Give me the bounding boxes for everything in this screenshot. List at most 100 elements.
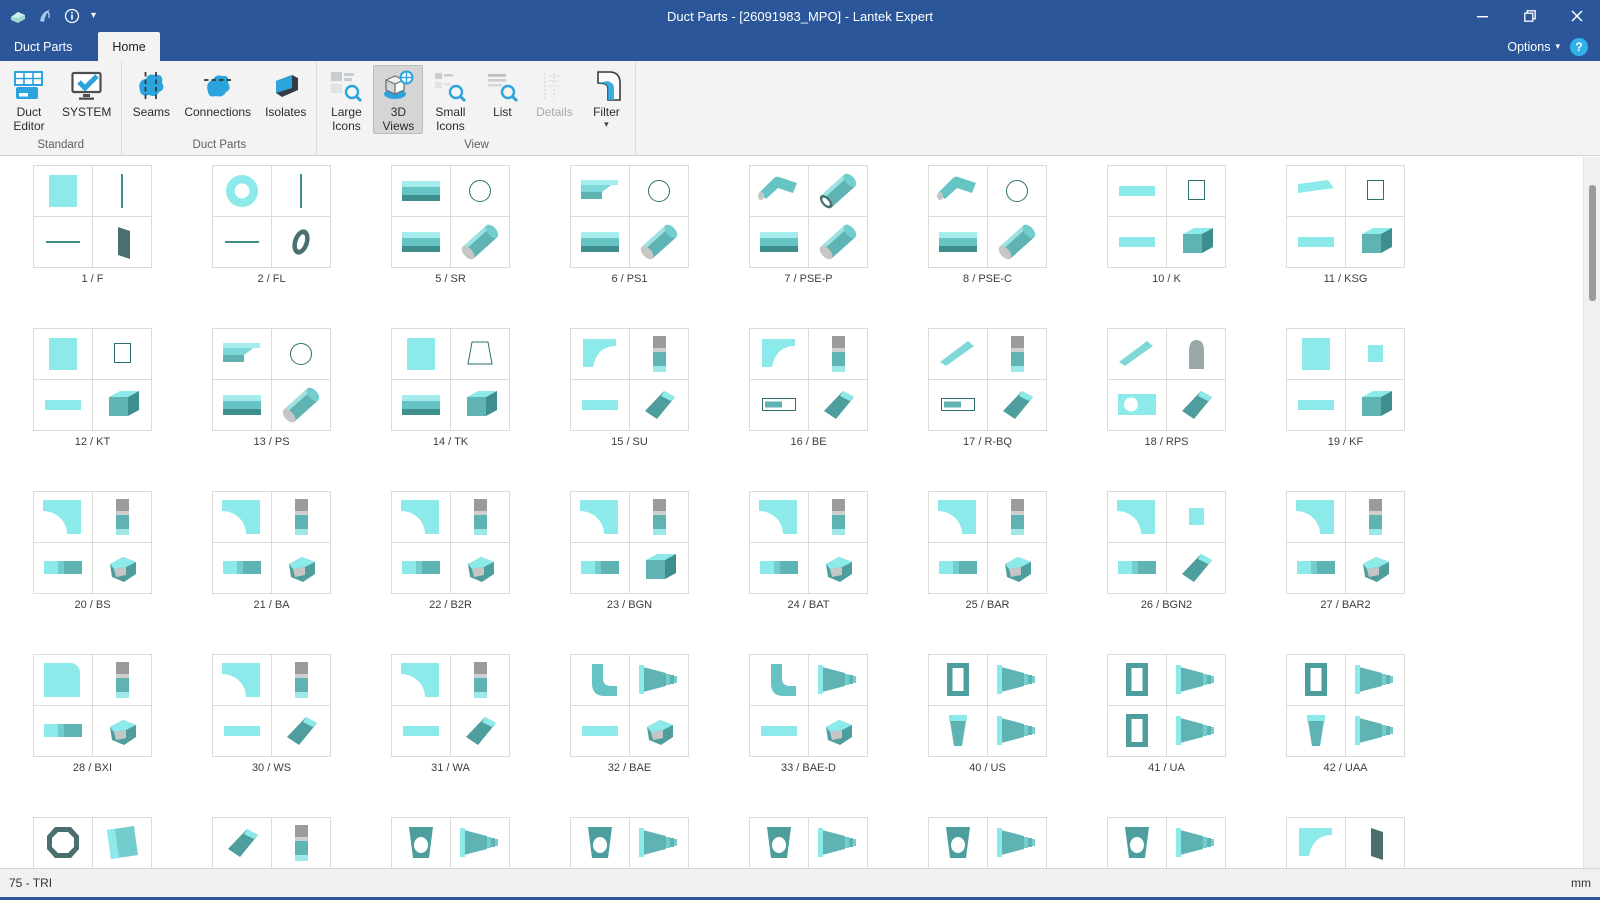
part-view-tube-icon [392, 217, 450, 267]
vertical-scrollbar[interactable] [1583, 157, 1600, 868]
part-tile[interactable] [391, 817, 510, 868]
close-button[interactable] [1553, 0, 1600, 32]
part-tile[interactable]: 28 / BXI [33, 654, 152, 775]
rotate-view-icon[interactable] [37, 8, 53, 24]
3d-views-button[interactable]: 3DViews [373, 65, 423, 134]
isolates-button[interactable]: Isolates [259, 65, 312, 120]
connections-icon [201, 69, 235, 103]
system-button[interactable]: SYSTEM [56, 65, 117, 120]
part-tile[interactable]: 15 / SU [570, 328, 689, 449]
seams-button[interactable]: Seams [126, 65, 176, 120]
part-tile[interactable]: 10 / K [1107, 165, 1226, 286]
part-tile[interactable]: 19 / KF [1286, 328, 1405, 449]
part-view-sq-icon [1287, 329, 1345, 379]
part-view-trap-icon [451, 329, 509, 379]
part-tile[interactable]: 17 / R-BQ [928, 328, 1047, 449]
small-icons-button[interactable]: SmallIcons [425, 65, 475, 134]
part-view-elbow-icon [1108, 492, 1166, 542]
large-icons-button[interactable]: LargeIcons [321, 65, 371, 134]
part-tile[interactable]: 22 / B2R [391, 491, 510, 612]
part-tile[interactable]: 6 / PS1 [570, 165, 689, 286]
part-view-funnel-icon [1167, 818, 1225, 868]
part-tile[interactable] [749, 817, 868, 868]
part-view-funnel-icon [809, 655, 867, 705]
part-view-vbargrad-icon [988, 329, 1046, 379]
part-tile[interactable]: 7 / PSE-P [749, 165, 868, 286]
part-tile[interactable]: 8 / PSE-C [928, 165, 1047, 286]
tab-home[interactable]: Home [98, 32, 159, 61]
part-label: 27 / BAR2 [1286, 598, 1405, 612]
part-tile[interactable]: 1 / F [33, 165, 152, 286]
part-tile[interactable]: 32 / BAE [570, 654, 689, 775]
part-tile[interactable] [928, 817, 1047, 868]
part-label: 25 / BAR [928, 598, 1047, 612]
part-tile[interactable] [33, 817, 152, 868]
options-button[interactable]: Options ▾ [1507, 40, 1560, 54]
part-tile[interactable]: 20 / BS [33, 491, 152, 612]
part-tile[interactable]: 42 / UAA [1286, 654, 1405, 775]
part-view-elbow3d-icon [93, 706, 151, 756]
ribbon-group-label: Standard [3, 136, 118, 155]
part-tile[interactable]: 21 / BA [212, 491, 331, 612]
part-label: 15 / SU [570, 435, 689, 449]
part-tile[interactable]: 27 / BAR2 [1286, 491, 1405, 612]
part-view-funnel-icon [988, 818, 1046, 868]
part-tile[interactable]: 14 / TK [391, 328, 510, 449]
part-tile[interactable] [212, 817, 331, 868]
part-tile[interactable]: 12 / KT [33, 328, 152, 449]
part-tile[interactable]: 25 / BAR [928, 491, 1047, 612]
status-units: mm [1571, 876, 1591, 890]
part-tile[interactable]: 24 / BAT [749, 491, 868, 612]
part-view-elbow-icon [1287, 492, 1345, 542]
part-preview [391, 817, 510, 868]
customize-caret-icon[interactable]: ▾ [91, 11, 96, 21]
duct-part-icon[interactable] [10, 8, 26, 24]
isolates-icon [269, 69, 303, 103]
list-button[interactable]: List [477, 65, 527, 120]
connections-button[interactable]: Connections [178, 65, 257, 120]
part-tile[interactable]: 13 / PS [212, 328, 331, 449]
help-button[interactable]: ? [1570, 38, 1588, 56]
minimize-button[interactable] [1459, 0, 1506, 32]
tab-duct-parts[interactable]: Duct Parts [0, 32, 86, 61]
part-view-hbargrad-icon [1108, 543, 1166, 593]
part-tile[interactable]: 16 / BE [749, 328, 868, 449]
part-label: 19 / KF [1286, 435, 1405, 449]
part-view-vbargrad-icon [809, 329, 867, 379]
part-view-recthole-icon [1108, 380, 1166, 430]
part-view-sq-icon [34, 329, 92, 379]
part-label: 2 / FL [212, 272, 331, 286]
part-view-cyl3d-icon [809, 217, 867, 267]
part-view-funnel-icon [988, 655, 1046, 705]
filter-button[interactable]: Filter▾ [581, 65, 631, 131]
list-icon [485, 69, 519, 103]
part-tile[interactable]: 30 / WS [212, 654, 331, 775]
duct-editor-button[interactable]: DuctEditor [4, 65, 54, 134]
part-tile[interactable]: 40 / US [928, 654, 1047, 775]
restore-button[interactable] [1506, 0, 1553, 32]
part-preview [749, 328, 868, 431]
part-view-bendtube-icon [750, 166, 808, 216]
part-tile[interactable]: 18 / RPS [1107, 328, 1226, 449]
scrollbar-thumb[interactable] [1589, 185, 1596, 301]
part-view-trapfill-icon [929, 706, 987, 756]
part-view-duct3d-icon [1346, 380, 1404, 430]
part-view-panel-icon [1346, 818, 1404, 868]
part-view-elbow-icon [392, 655, 450, 705]
part-tile[interactable]: 11 / KSG [1286, 165, 1405, 286]
part-tile[interactable]: 33 / BAE-D [749, 654, 868, 775]
part-tile[interactable]: 5 / SR [391, 165, 510, 286]
part-tile[interactable]: 23 / BGN [570, 491, 689, 612]
part-tile[interactable]: 41 / UA [1107, 654, 1226, 775]
info-icon[interactable] [64, 8, 80, 24]
part-tile[interactable] [1286, 817, 1405, 868]
part-tile[interactable]: 26 / BGN2 [1107, 491, 1226, 612]
part-view-trapfill-icon [1287, 706, 1345, 756]
part-view-funnel-icon [451, 818, 509, 868]
seams-icon [134, 69, 168, 103]
part-label: 13 / PS [212, 435, 331, 449]
part-tile[interactable]: 2 / FL [212, 165, 331, 286]
part-tile[interactable] [570, 817, 689, 868]
part-tile[interactable]: 31 / WA [391, 654, 510, 775]
part-tile[interactable] [1107, 817, 1226, 868]
